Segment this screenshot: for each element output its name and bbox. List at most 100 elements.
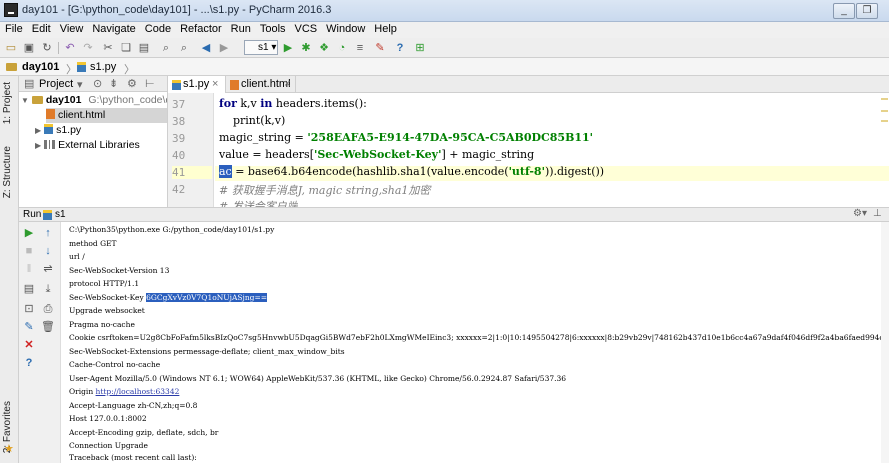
- warning-marker[interactable]: [881, 98, 888, 100]
- gear-icon[interactable]: ⚙▾: [853, 208, 867, 219]
- folder-icon: [6, 63, 17, 71]
- close-tab-icon[interactable]: ×: [212, 76, 218, 92]
- menu-tools[interactable]: Tools: [255, 22, 290, 35]
- selected-ws-key: 6GCgXvVz0V7Q1oNUjASjng==: [146, 292, 268, 302]
- vcs-icon[interactable]: ⊞: [413, 41, 427, 55]
- close-tab-icon[interactable]: ×: [284, 76, 290, 92]
- cut-icon[interactable]: ✂: [101, 41, 115, 55]
- star-icon: ★: [4, 443, 14, 455]
- paste-icon[interactable]: ▤: [137, 41, 151, 55]
- rerun-icon[interactable]: ▶: [22, 226, 36, 240]
- close-icon[interactable]: ✕: [22, 338, 36, 352]
- code-line-42[interactable]: # 获取握手消息J, magic string,sha1加密: [219, 182, 430, 198]
- pause-icon[interactable]: ‖: [22, 262, 36, 276]
- help-icon[interactable]: ?: [22, 356, 36, 370]
- stop-icon[interactable]: ■: [22, 244, 36, 258]
- code-line-38[interactable]: print(k,v): [219, 114, 285, 127]
- menu-view[interactable]: View: [55, 22, 88, 35]
- python-file-icon: [172, 80, 181, 90]
- back-icon[interactable]: ◀: [199, 41, 213, 55]
- code-line-41[interactable]: ac = base64.b64encode(hashlib.sha1(value…: [219, 165, 604, 178]
- output-line: method GET: [69, 238, 117, 248]
- profile-icon[interactable]: ◔: [335, 41, 349, 55]
- menu-run[interactable]: Run: [226, 22, 255, 35]
- scroll-down-icon[interactable]: ↓: [41, 244, 55, 258]
- output-text: Origin: [69, 387, 96, 396]
- coverage-icon[interactable]: ❖: [317, 41, 331, 55]
- copy-icon[interactable]: ❏: [119, 41, 133, 55]
- run-config-label: s1: [258, 42, 269, 53]
- soft-wrap-icon[interactable]: ⇌: [41, 262, 55, 276]
- code-line-43[interactable]: # 发送会客户端: [219, 198, 298, 207]
- hide-panel-icon[interactable]: ⊥: [873, 208, 882, 219]
- breadcrumb-file[interactable]: s1.py: [90, 61, 116, 73]
- menu-help[interactable]: Help: [369, 22, 401, 35]
- run-config-name[interactable]: s1: [55, 209, 66, 220]
- code-line-39[interactable]: magic_string = '258EAFA5-E914-47DA-95CA-…: [219, 131, 593, 144]
- tree-item-client-html[interactable]: client.html: [46, 108, 167, 123]
- clear-all-icon[interactable]: 🗑: [41, 320, 55, 334]
- menu-edit[interactable]: Edit: [27, 22, 55, 35]
- tree-item-s1-py[interactable]: ▶ s1.py: [35, 123, 81, 138]
- breadcrumb-project[interactable]: day101: [22, 61, 59, 73]
- run-config-select[interactable]: s1 ▾: [244, 40, 278, 55]
- warning-marker[interactable]: [881, 110, 888, 112]
- editor-error-stripe[interactable]: [881, 96, 888, 206]
- output-line: Sec-WebSocket-Version 13: [69, 265, 170, 275]
- settings-icon[interactable]: ⊡: [22, 302, 36, 316]
- code-line-40[interactable]: value = headers['Sec-WebSocket-Key'] + m…: [219, 148, 534, 161]
- expand-arrow-icon[interactable]: ▼: [21, 96, 29, 105]
- scroll-up-icon[interactable]: ↑: [41, 226, 55, 240]
- save-icon[interactable]: ▣: [22, 41, 36, 55]
- replace-icon[interactable]: ⌕: [177, 41, 191, 55]
- pin-icon[interactable]: ✎: [22, 320, 36, 334]
- menu-vcs[interactable]: VCS: [290, 22, 322, 35]
- scroll-from-source-icon[interactable]: ⊙: [93, 77, 102, 90]
- folder-icon: [31, 96, 43, 104]
- tab-client-html[interactable]: client.html ×: [226, 76, 296, 93]
- collapse-arrow-icon[interactable]: ▶: [35, 126, 41, 135]
- forward-icon[interactable]: ▶: [217, 41, 231, 55]
- python-file-icon: [43, 210, 52, 220]
- dropdown-arrow-icon[interactable]: ▾: [77, 78, 83, 91]
- restore-button[interactable]: ❐: [856, 3, 878, 19]
- warning-marker[interactable]: [881, 120, 888, 122]
- menu-refactor[interactable]: Refactor: [175, 22, 226, 35]
- string-literal: '258EAFA5-E914-47DA-95CA-C5AB0DC85B11': [307, 131, 594, 144]
- output-line: Traceback (most recent call last):: [69, 453, 197, 462]
- debug-icon[interactable]: ✱: [299, 41, 313, 55]
- tree-item-external-libraries[interactable]: ▶ External Libraries: [35, 138, 140, 153]
- undo-icon[interactable]: ↶: [63, 41, 77, 55]
- menu-file[interactable]: File: [0, 22, 27, 35]
- minimize-button[interactable]: _: [833, 3, 855, 19]
- tab-s1-py[interactable]: s1.py ×: [168, 76, 226, 93]
- restore-layout-icon[interactable]: ▤: [22, 282, 36, 296]
- menu-code[interactable]: Code: [140, 22, 175, 35]
- output-scrollbar[interactable]: [881, 222, 889, 463]
- print-icon[interactable]: ⎙: [41, 302, 55, 316]
- run-icon[interactable]: ▶: [281, 41, 295, 55]
- gear-icon[interactable]: ⚙: [127, 77, 137, 90]
- find-icon[interactable]: ⌕: [159, 41, 173, 55]
- project-view-selector[interactable]: Project: [39, 78, 73, 90]
- scroll-to-end-icon[interactable]: ⤓: [41, 282, 55, 296]
- tab-project[interactable]: 1: Project: [2, 82, 13, 124]
- origin-link[interactable]: http://localhost:63342: [96, 387, 180, 396]
- menu-navigate[interactable]: Navigate: [87, 22, 139, 35]
- root-name: day101: [45, 94, 82, 106]
- code-line-37[interactable]: for k,v in headers.items():: [219, 97, 367, 110]
- html-file-icon: [46, 109, 55, 119]
- tab-structure[interactable]: Z: Structure: [2, 146, 13, 198]
- tree-root[interactable]: ▼ day101 G:\python_code\day: [21, 93, 167, 108]
- redo-icon[interactable]: ↷: [81, 41, 95, 55]
- concurrency-icon[interactable]: ≡: [353, 41, 367, 55]
- collapse-all-icon[interactable]: ⇟: [109, 77, 118, 90]
- help-icon[interactable]: ?: [393, 41, 407, 55]
- open-folder-icon[interactable]: ▭: [4, 41, 18, 55]
- hide-panel-icon[interactable]: ⊢: [145, 77, 155, 90]
- menu-window[interactable]: Window: [321, 22, 369, 35]
- code-text: )).digest()): [544, 165, 605, 178]
- sync-icon[interactable]: ↻: [40, 41, 54, 55]
- collapse-arrow-icon[interactable]: ▶: [35, 141, 41, 150]
- settings-icon[interactable]: ✎: [373, 41, 387, 55]
